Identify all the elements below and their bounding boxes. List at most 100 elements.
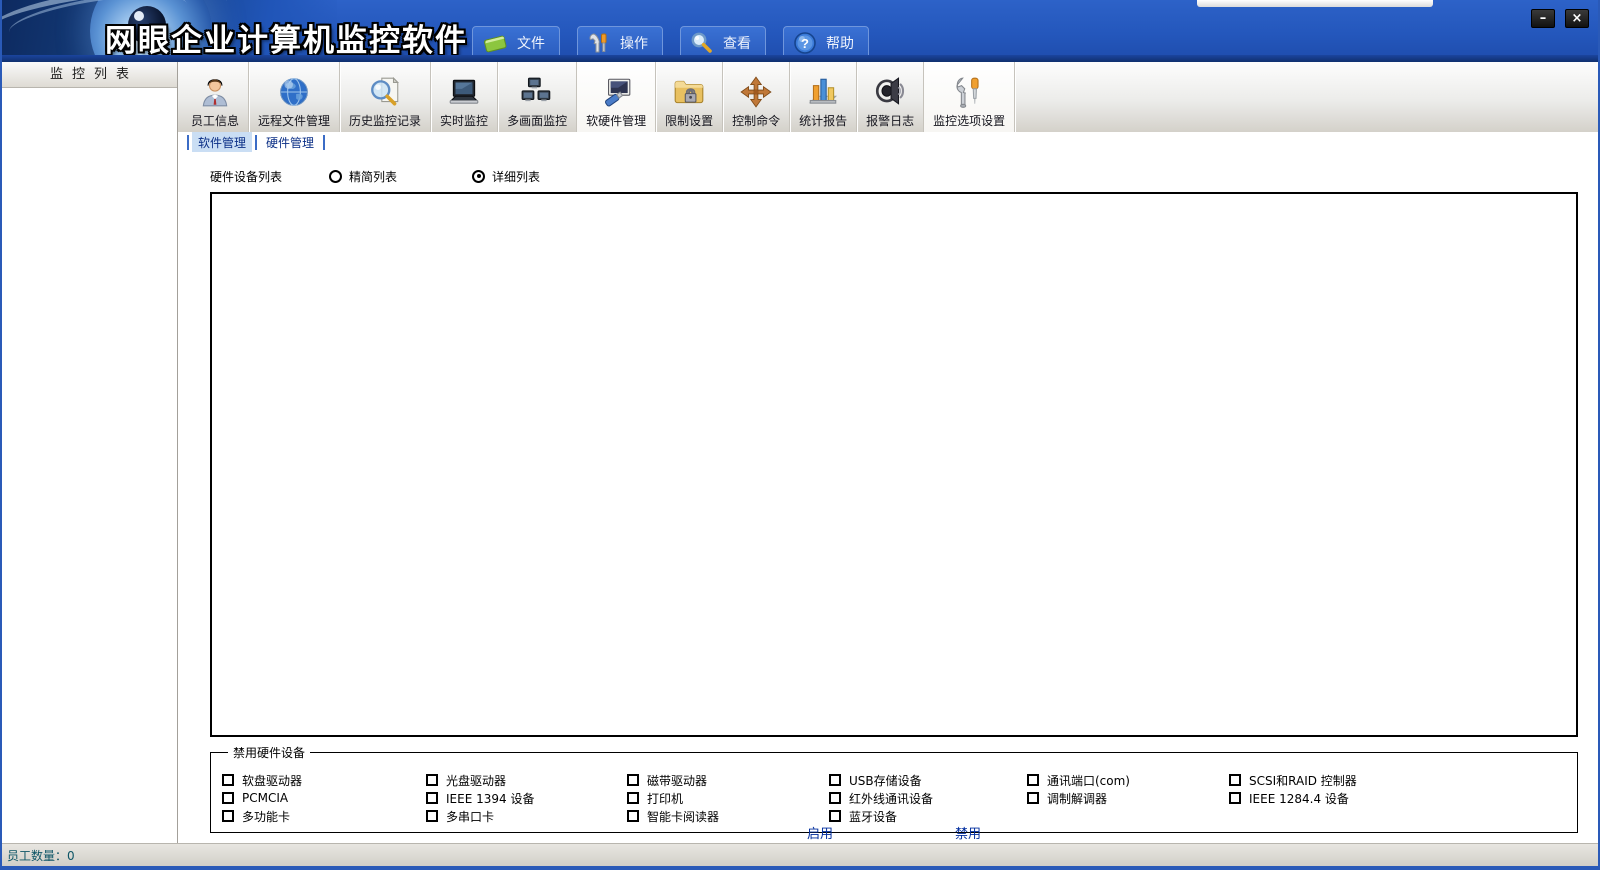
menu-view-label: 查看 (723, 33, 751, 53)
checkbox-infrared-label: 红外线通讯设备 (849, 790, 933, 807)
checkbox-usb-storage[interactable]: USB存储设备 (829, 771, 1027, 789)
checkbox-usb-storage-label: USB存储设备 (849, 772, 922, 789)
menu-help-button[interactable]: ? 帮助 (783, 26, 869, 59)
checkbox-pcmcia[interactable]: PCMCIA (222, 789, 426, 807)
checkbox-icon (426, 810, 438, 822)
menu-help-label: 帮助 (826, 33, 854, 53)
toolbar-monitor-options[interactable]: 监控选项设置 (924, 62, 1015, 132)
checkbox-infrared-device[interactable]: 红外线通讯设备 (829, 789, 1027, 807)
toolbar-employee-info[interactable]: 员工信息 (182, 62, 249, 132)
toolbar-monitor-options-label: 监控选项设置 (933, 112, 1005, 129)
checkbox-floppy-drive[interactable]: 软盘驱动器 (222, 771, 426, 789)
employee-info-icon (198, 73, 232, 111)
content-area: 硬件设备列表 精简列表 详细列表 禁用硬件设备 (178, 152, 1598, 843)
toolbar-restriction-settings[interactable]: 限制设置 (656, 62, 723, 132)
tab-hardware-management[interactable]: 硬件管理 (260, 132, 320, 153)
toolbar-statistics-label: 统计报告 (799, 112, 847, 129)
main-area: 员工信息 远程文件管理 (178, 62, 1598, 843)
radio-selected-icon (472, 170, 485, 183)
tab-separator (187, 135, 189, 150)
control-command-icon (739, 73, 773, 111)
checkbox-modem[interactable]: 调制解调器 (1027, 789, 1229, 807)
minimize-button[interactable]: – (1531, 9, 1555, 28)
toolbar-remote-file-management[interactable]: 远程文件管理 (249, 62, 340, 132)
checkbox-icon (829, 774, 841, 786)
remote-file-icon (277, 73, 311, 111)
toolbar-hardware-software-management[interactable]: 软硬件管理 (577, 62, 656, 132)
checkbox-pcmcia-label: PCMCIA (242, 791, 288, 805)
device-list-panel[interactable] (210, 192, 1578, 737)
checkbox-floppy-drive-label: 软盘驱动器 (242, 772, 302, 789)
checkbox-icon (222, 774, 234, 786)
checkbox-icon (1229, 774, 1241, 786)
titlebar-strip (1197, 0, 1433, 7)
checkbox-column-6: SCSI和RAID 控制器 IEEE 1284.4 设备 (1229, 771, 1357, 825)
checkbox-ieee1394-device[interactable]: IEEE 1394 设备 (426, 789, 627, 807)
checkbox-smartcard-reader-label: 智能卡阅读器 (647, 808, 719, 825)
checkbox-icon (627, 792, 639, 804)
checkbox-scsi-raid-controller[interactable]: SCSI和RAID 控制器 (1229, 771, 1357, 789)
disable-link[interactable]: 禁用 (955, 823, 981, 842)
toolbar-alarm-log[interactable]: 报警日志 (857, 62, 924, 132)
toolbar-employee-info-label: 员工信息 (191, 112, 239, 129)
checkbox-printer[interactable]: 打印机 (627, 789, 829, 807)
tab-software-management[interactable]: 软件管理 (192, 132, 252, 153)
app-window: 网眼企业计算机监控软件 文件 (0, 0, 1600, 870)
radio-simple-list[interactable]: 精简列表 (329, 168, 397, 185)
checkbox-modem-label: 调制解调器 (1047, 790, 1107, 807)
checkbox-ieee1284-device[interactable]: IEEE 1284.4 设备 (1229, 789, 1357, 807)
radio-unselected-icon (329, 170, 342, 183)
menu-view-button[interactable]: 查看 (680, 26, 766, 59)
sidebar: 监控列表 (2, 62, 178, 843)
checkbox-scsi-raid-label: SCSI和RAID 控制器 (1249, 772, 1357, 789)
disable-hardware-fieldset: 禁用硬件设备 软盘驱动器 PCMCIA (210, 744, 1578, 833)
checkbox-multifunction-card-label: 多功能卡 (242, 808, 290, 825)
alarm-log-icon (873, 73, 907, 111)
menu-file-button[interactable]: 文件 (472, 26, 560, 59)
toolbar-hardware-software-label: 软硬件管理 (586, 112, 646, 129)
toolbar-control-commands-label: 控制命令 (732, 112, 780, 129)
hardware-device-list-label: 硬件设备列表 (210, 168, 282, 185)
tab-separator (255, 135, 257, 150)
checkbox-icon (1027, 774, 1039, 786)
checkbox-tape-drive[interactable]: 磁带驱动器 (627, 771, 829, 789)
sidebar-header: 监控列表 (2, 62, 177, 88)
checkbox-printer-label: 打印机 (647, 790, 683, 807)
close-button[interactable]: × (1565, 9, 1589, 28)
toolbar-statistics-report[interactable]: 统计报告 (790, 62, 857, 132)
toolbar-control-commands[interactable]: 控制命令 (723, 62, 790, 132)
checkbox-icon (426, 774, 438, 786)
action-links-row: 启用 禁用 (211, 823, 1577, 843)
checkbox-ieee1284-label: IEEE 1284.4 设备 (1249, 790, 1349, 807)
multiscreen-icon (520, 73, 554, 111)
toolbar-history-records-label: 历史监控记录 (349, 112, 421, 129)
menu-operations-button[interactable]: 操作 (577, 26, 663, 59)
checkbox-com-port-label: 通讯端口(com) (1047, 772, 1130, 789)
toolbar-multiscreen-monitor[interactable]: 多画面监控 (498, 62, 577, 132)
realtime-monitor-icon (447, 73, 481, 111)
window-bottom-border (2, 866, 1598, 870)
statusbar: 员工数量：0 (2, 843, 1598, 866)
checkbox-tape-drive-label: 磁带驱动器 (647, 772, 707, 789)
stats-report-icon (806, 73, 840, 111)
monitor-list-panel[interactable] (2, 88, 177, 843)
toolbar-realtime-monitor-label: 实时监控 (440, 112, 488, 129)
enable-link[interactable]: 启用 (807, 823, 833, 842)
radio-simple-list-label: 精简列表 (349, 168, 397, 185)
checkbox-column-3: 磁带驱动器 打印机 智能卡阅读器 (627, 771, 829, 825)
svg-text:?: ? (801, 36, 809, 51)
body-row: 监控列表 员工信息 (2, 62, 1598, 843)
monitor-options-icon (952, 73, 986, 111)
radio-detailed-list[interactable]: 详细列表 (472, 168, 540, 185)
checkbox-column-1: 软盘驱动器 PCMCIA 多功能卡 (222, 771, 426, 825)
toolbar-realtime-monitor[interactable]: 实时监控 (431, 62, 498, 132)
checkbox-cd-drive[interactable]: 光盘驱动器 (426, 771, 627, 789)
menu-file-label: 文件 (517, 33, 545, 53)
toolbar-remote-file-label: 远程文件管理 (258, 112, 330, 129)
checkbox-cd-drive-label: 光盘驱动器 (446, 772, 506, 789)
checkbox-bluetooth-label: 蓝牙设备 (849, 808, 897, 825)
checkbox-com-port[interactable]: 通讯端口(com) (1027, 771, 1229, 789)
checkbox-icon (426, 792, 438, 804)
app-title: 网眼企业计算机监控软件 (105, 15, 468, 60)
toolbar-history-records[interactable]: 历史监控记录 (340, 62, 431, 132)
